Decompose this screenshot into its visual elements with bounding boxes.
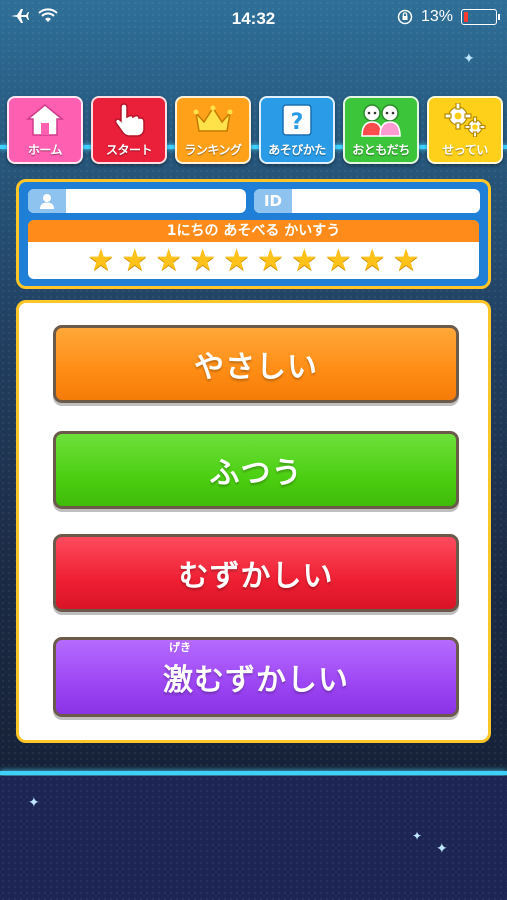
difficulty-extreme-button[interactable]: げき 激 むずかしい (53, 637, 459, 717)
difficulty-hard-button[interactable]: むずかしい (53, 534, 459, 612)
sparkle-icon: ✦ (463, 51, 475, 67)
player-name-field (28, 189, 246, 213)
sparkle-icon: ✦ (436, 841, 448, 857)
difficulty-normal-button[interactable]: ふつう (53, 431, 459, 509)
nav-settings-button[interactable]: せってい (427, 96, 503, 164)
daily-plays-box: 1にちの あそべる かいすう ★ ★ ★ ★ ★ ★ ★ ★ ★ ★ (28, 220, 479, 279)
play-star-icon: ★ (257, 243, 284, 278)
nav-home-label: ホーム (27, 143, 63, 157)
user-tag (28, 189, 66, 213)
nav-friends-button[interactable]: おともだち (343, 96, 419, 164)
difficulty-panel: やさしい ふつう むずかしい げき 激 むずかしい (16, 300, 491, 743)
id-tag: ID (254, 189, 292, 213)
nav-home-button[interactable]: ホーム (7, 96, 83, 164)
play-star-icon: ★ (223, 243, 250, 278)
question-icon: ? (282, 104, 312, 136)
play-star-icon: ★ (87, 243, 115, 278)
battery-fill (464, 12, 468, 22)
play-star-icon: ★ (392, 243, 420, 278)
orientation-lock-icon (397, 9, 413, 25)
play-star-icon: ★ (324, 243, 352, 278)
nav-ranking-button[interactable]: ランキング (175, 96, 251, 164)
nav-ranking-label: ランキング (184, 143, 242, 157)
difficulty-easy-label: やさしい (194, 350, 318, 385)
difficulty-extreme-ruby: げき (169, 641, 191, 654)
nav-friends-label: おともだち (352, 143, 410, 157)
nav-start-button[interactable]: スタート (91, 96, 167, 164)
pointing-hand-icon (114, 103, 145, 137)
play-star-icon: ★ (121, 243, 149, 278)
background-ground (0, 776, 507, 900)
ground-glow-line (0, 771, 507, 775)
play-star-icon: ★ (155, 243, 183, 278)
difficulty-easy-button[interactable]: やさしい (53, 325, 459, 403)
difficulty-extreme-kanji: 激 (163, 663, 194, 698)
daily-plays-header: 1にちの あそべる かいすう (28, 220, 479, 242)
crown-icon (193, 105, 233, 132)
play-star-icon: ★ (189, 243, 217, 278)
nav-howtoplay-button[interactable]: ? あそびかた (259, 96, 335, 164)
user-icon (40, 194, 54, 209)
battery-icon (461, 9, 500, 25)
svg-text:?: ? (291, 110, 304, 135)
house-icon (26, 104, 64, 136)
daily-plays-stars: ★ ★ ★ ★ ★ ★ ★ ★ ★ ★ (28, 245, 479, 277)
difficulty-normal-label: ふつう (209, 456, 303, 491)
profile-panel: ID 1にちの あそべる かいすう ★ ★ ★ ★ ★ ★ ★ ★ ★ ★ (16, 179, 491, 289)
friends-icon (361, 104, 401, 137)
difficulty-extreme-kanji-wrap: げき 激 (163, 641, 194, 699)
player-id-field: ID (254, 189, 480, 213)
main-nav: ホーム スタート ランキング ? あそびかた おともだち せってい (7, 96, 503, 164)
nav-howtoplay-label: あそびかた (268, 143, 326, 157)
difficulty-extreme-label: むずかしい (194, 663, 349, 698)
battery-percent: 13% (420, 8, 453, 25)
nav-start-label: スタート (105, 143, 153, 157)
status-bar: 14:32 13% (0, 0, 507, 36)
sparkle-icon: ✦ (28, 795, 40, 811)
gears-icon (444, 103, 486, 137)
play-star-icon: ★ (290, 243, 318, 278)
play-star-icon: ★ (358, 243, 386, 278)
difficulty-hard-label: むずかしい (178, 559, 334, 594)
nav-settings-label: せってい (442, 143, 488, 157)
sparkle-icon: ✦ (412, 829, 423, 843)
